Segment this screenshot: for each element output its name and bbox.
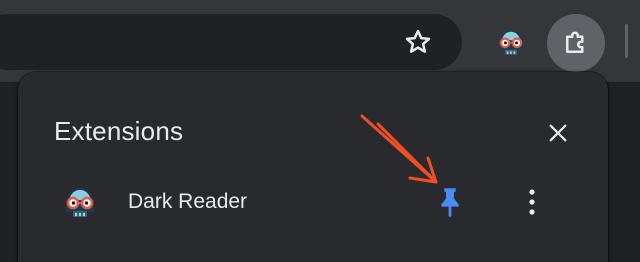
toolbar-divider bbox=[625, 24, 628, 58]
close-icon bbox=[549, 124, 567, 142]
more-vert-icon bbox=[529, 189, 535, 215]
extension-row-dark-reader[interactable]: Dark Reader bbox=[18, 172, 608, 232]
star-outline-icon bbox=[405, 29, 431, 53]
browser-toolbar bbox=[0, 0, 640, 82]
omnibox[interactable] bbox=[0, 14, 462, 70]
more-options-button[interactable] bbox=[512, 182, 552, 222]
close-button[interactable] bbox=[538, 113, 578, 153]
popup-title: Extensions bbox=[54, 116, 184, 146]
puzzle-piece-icon bbox=[566, 31, 584, 53]
dark-reader-icon bbox=[499, 30, 523, 55]
dark-reader-icon bbox=[66, 188, 94, 217]
bookmark-star-button[interactable] bbox=[398, 22, 438, 62]
pin-icon bbox=[441, 188, 459, 218]
dark-reader-toolbar-button[interactable] bbox=[490, 22, 532, 62]
extension-name: Dark Reader bbox=[128, 190, 248, 213]
extensions-popup: Extensions Dark Reader bbox=[18, 72, 608, 262]
pin-button[interactable] bbox=[430, 182, 470, 222]
extensions-menu-button[interactable] bbox=[547, 14, 605, 72]
